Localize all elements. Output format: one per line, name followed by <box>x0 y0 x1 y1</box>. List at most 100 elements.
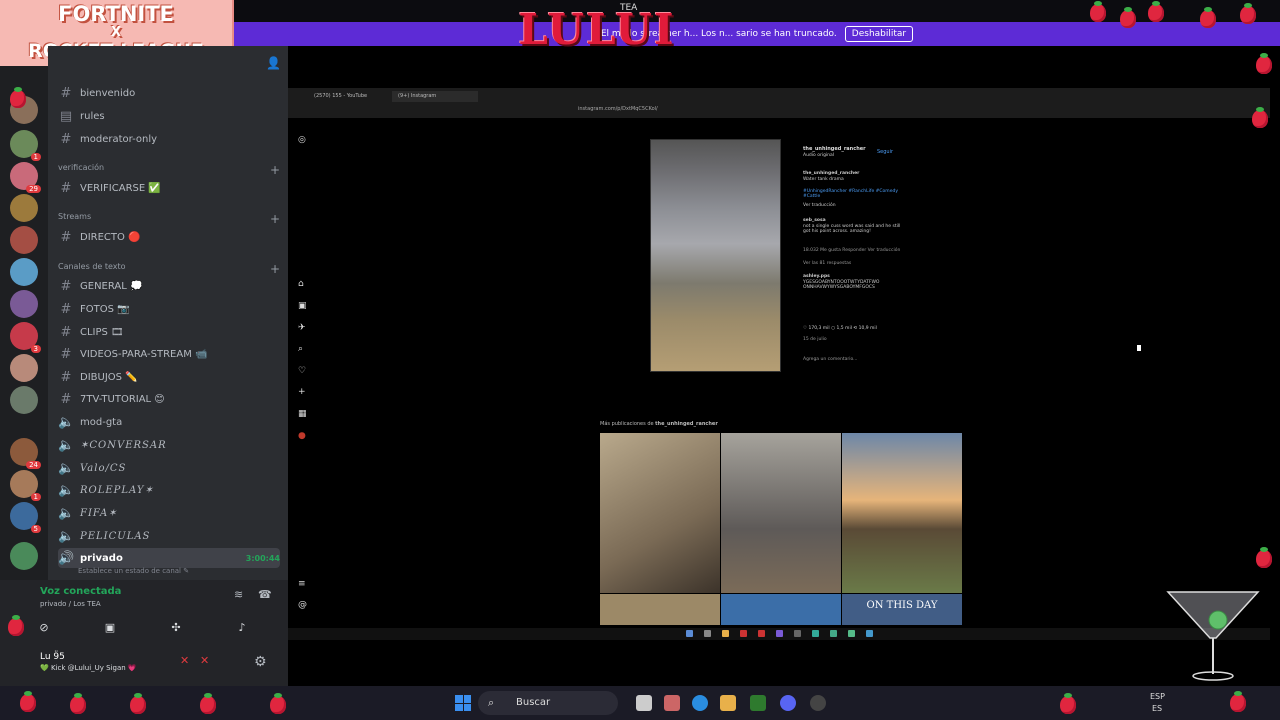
add-comment-input[interactable]: Agrega un comentario... <box>803 357 903 362</box>
channel-bienvenido[interactable]: # bienvenido <box>58 83 280 103</box>
camera-off-button[interactable]: ⊘ <box>16 618 72 638</box>
server-icon[interactable]: 5 <box>10 502 41 533</box>
soundboard-button[interactable]: ♪ <box>214 618 270 638</box>
voice-channel-roleplay[interactable]: 🔈 ROLEPLAY✶ <box>58 480 280 500</box>
menu-icon[interactable]: ≡ <box>298 579 306 589</box>
see-translation-link[interactable]: Ver traducción <box>803 203 903 208</box>
strawberry-decoration <box>1256 547 1272 568</box>
server-icon[interactable] <box>10 290 38 318</box>
channel-general[interactable]: # GENERAL 💭 <box>58 276 280 296</box>
server-icon[interactable]: 1 <box>10 470 41 501</box>
server-icon[interactable] <box>10 354 38 382</box>
voice-channel-conversar[interactable]: 🔈 ✶CONVERSAR <box>58 435 280 455</box>
channel-dibujos[interactable]: # DIBUJOS ✏️ <box>58 367 280 387</box>
dashboard-icon[interactable]: ▦ <box>298 409 307 419</box>
server-icon[interactable] <box>10 194 38 222</box>
grid-thumbnail[interactable] <box>842 433 962 593</box>
comment-user[interactable]: ashley.pps <box>803 274 903 279</box>
category-verificacion[interactable]: verificación + <box>58 163 280 177</box>
add-friend-icon[interactable]: 👤 <box>266 56 281 70</box>
hashtags[interactable]: #UnhingedRancher #RanchLife #Comedy #Cat… <box>803 189 903 199</box>
tab-youtube[interactable]: (2570) 155 - YouTube <box>308 91 373 102</box>
voice-channel-mod-gta[interactable]: 🔈 mod-gta <box>58 412 280 432</box>
grid-thumbnail[interactable] <box>600 433 720 593</box>
strawberry-decoration <box>1120 7 1136 28</box>
voice-channel-valo-cs[interactable]: 🔈 Valo/CS <box>58 458 280 478</box>
server-icon[interactable]: 3 <box>10 322 41 353</box>
reels-icon[interactable]: ▣ <box>298 301 307 311</box>
noise-suppression-icon[interactable]: ≋ <box>234 588 243 601</box>
post-video[interactable] <box>650 139 781 372</box>
grid-thumbnail[interactable] <box>721 433 841 593</box>
voice-channel-privado[interactable]: 🔊 privado 3:00:44 <box>58 548 280 568</box>
view-replies-link[interactable]: Ver las 81 respuestas <box>803 261 903 266</box>
server-icon[interactable] <box>10 226 38 254</box>
channel-label: GENERAL 💭 <box>80 280 143 292</box>
channel-7tv-tutorial[interactable]: #7TV-TUTORIAL 😊 <box>58 389 280 409</box>
username[interactable]: Lu 9̈5 <box>40 652 65 662</box>
disconnect-icon[interactable]: ☎ <box>258 588 272 601</box>
edge-icon[interactable] <box>692 695 708 711</box>
comment-user[interactable]: seb_sosa <box>803 218 903 223</box>
channel-verificarse[interactable]: # VERIFICARSE ✅ <box>58 178 280 198</box>
tab-instagram[interactable]: (9+) Instagram <box>392 91 478 102</box>
post-username[interactable]: the_unhinged_rancher <box>803 146 866 152</box>
strawberry-decoration <box>20 691 36 712</box>
taskbar-search[interactable]: ⌕ Buscar <box>478 691 618 715</box>
add-channel-icon[interactable]: + <box>270 262 280 276</box>
category-canales-de-texto[interactable]: Canales de texto + <box>58 262 280 276</box>
search-icon[interactable]: ⌕ <box>298 344 303 354</box>
add-channel-icon[interactable]: + <box>270 212 280 226</box>
task-view-icon[interactable] <box>636 695 652 711</box>
channel-videos-para-stream[interactable]: # VIDEOS-PARA-STREAM 📹 <box>58 344 280 364</box>
disable-button[interactable]: Deshabilitar <box>844 26 914 42</box>
martini-glass-decoration <box>1166 591 1260 681</box>
grid-thumbnail[interactable]: ON THIS DAY <box>842 594 962 625</box>
discord-icon[interactable] <box>780 695 796 711</box>
channel-status-hint[interactable]: Establece un estado de canal ✎ <box>78 567 189 575</box>
screen-share-button[interactable]: ▣ <box>82 618 138 638</box>
server-icon[interactable] <box>10 542 38 570</box>
voice-channel-peliculas[interactable]: 🔈 PELICULAS <box>58 526 280 546</box>
server-icon[interactable] <box>10 386 38 414</box>
server-icon[interactable] <box>10 258 38 286</box>
language-indicator[interactable]: ESP <box>1150 692 1165 701</box>
file-explorer-icon[interactable] <box>720 695 736 711</box>
channel-rules[interactable]: ▤ rules <box>58 106 280 126</box>
voice-channel-fifa[interactable]: 🔈 FIFA✶ <box>58 503 280 523</box>
speaker-icon: 🔈 <box>58 528 75 544</box>
server-icon[interactable]: 1 <box>10 130 41 161</box>
channel-moderator-only[interactable]: # moderator-only <box>58 129 280 149</box>
terminal-icon[interactable] <box>750 695 766 711</box>
threads-icon[interactable]: @ <box>298 600 307 610</box>
follow-button[interactable]: Seguir <box>877 149 893 155</box>
add-channel-icon[interactable]: + <box>270 163 280 177</box>
grid-thumbnail[interactable] <box>600 594 720 625</box>
voice-location[interactable]: privado / Los TEA <box>40 600 101 608</box>
home-icon[interactable]: ⌂ <box>298 279 304 289</box>
more-posts-user[interactable]: the_unhinged_rancher <box>655 421 718 427</box>
channel-clips[interactable]: # CLIPS 🎞 <box>58 322 280 342</box>
start-button[interactable] <box>455 695 471 711</box>
gear-icon[interactable]: ⚙ <box>254 654 267 670</box>
channel-fotos[interactable]: # FOTOS 📷 <box>58 299 280 319</box>
messages-icon[interactable]: ✈ <box>298 323 306 333</box>
profile-icon[interactable]: ● <box>298 431 306 441</box>
mute-icon[interactable]: ✕ <box>180 654 189 667</box>
create-icon[interactable]: + <box>298 387 306 397</box>
address-bar[interactable]: instagram.com/p/DxtMqC5CKol/ <box>288 102 1270 118</box>
obs-icon[interactable] <box>810 695 826 711</box>
folder-icon <box>722 630 729 637</box>
caption-user[interactable]: the_unhinged_rancher <box>803 171 903 176</box>
instagram-logo-icon[interactable]: ◎ <box>298 135 306 145</box>
activities-button[interactable]: ✣ <box>148 618 204 638</box>
grid-thumbnail[interactable] <box>721 594 841 625</box>
server-icon[interactable]: 24 <box>10 438 41 469</box>
speaker-icon: 🔈 <box>58 460 75 476</box>
deafen-icon[interactable]: ✕ <box>200 654 209 667</box>
heart-icon[interactable]: ♡ <box>298 366 306 376</box>
server-icon[interactable]: 29 <box>10 162 41 193</box>
app-icon[interactable] <box>664 695 680 711</box>
channel-directo[interactable]: # DIRECTO 🔴 <box>58 227 280 247</box>
category-streams[interactable]: Streams + <box>58 212 280 226</box>
